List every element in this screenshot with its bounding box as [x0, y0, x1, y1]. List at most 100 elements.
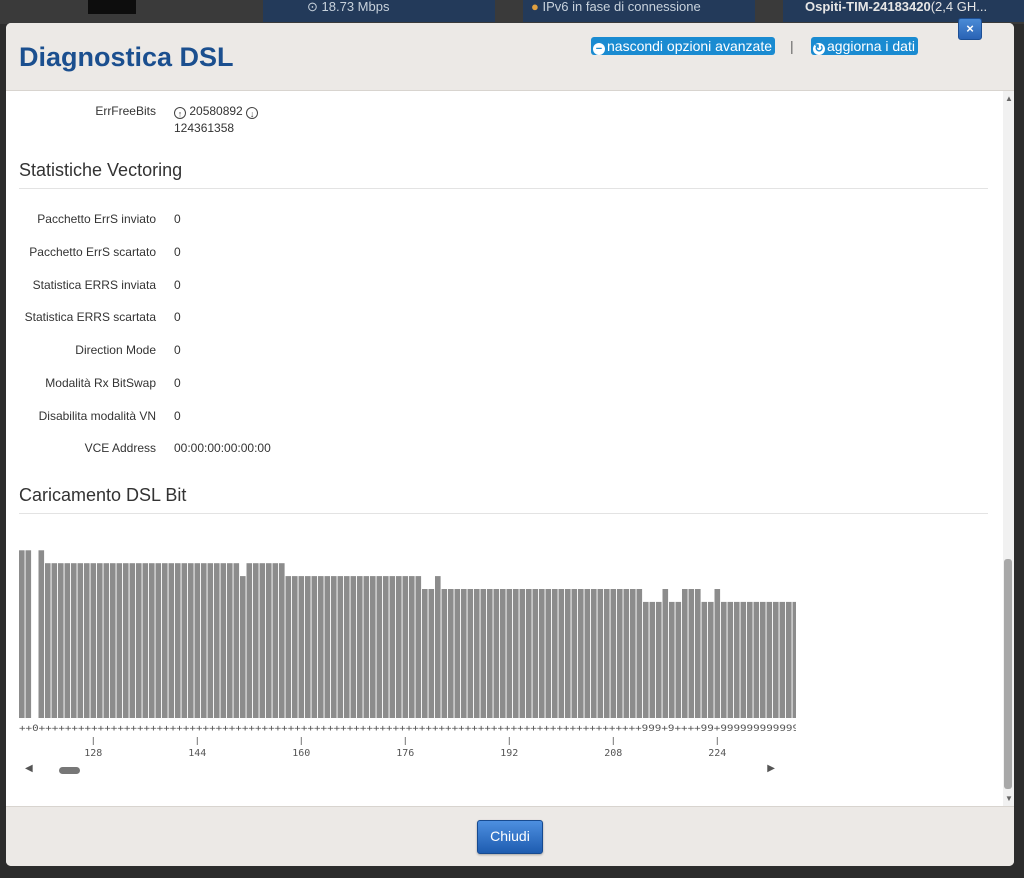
modal-header: Diagnostica DSL − nascondi opzioni avanza… — [6, 23, 1014, 91]
bit-bar — [350, 576, 357, 718]
bit-bar — [97, 563, 103, 718]
vectoring-row-label: Pacchetto ErrS scartato — [29, 245, 156, 259]
vectoring-row: Disabilita modalità VN 0 — [6, 409, 996, 429]
bit-bar — [357, 576, 363, 718]
bit-bar — [708, 601, 714, 718]
bit-bar — [415, 576, 422, 718]
vectoring-row: Pacchetto ErrS scartato 0 — [6, 245, 996, 265]
bit-bar — [279, 563, 285, 718]
bit-bar — [298, 576, 305, 718]
vectoring-row: Direction Mode 0 — [6, 343, 996, 363]
bit-bar — [64, 563, 71, 718]
refresh-data-button[interactable]: ↻ aggiorna i dati — [811, 37, 918, 55]
modal-vertical-scrollbar[interactable]: ▲ ▼ — [1003, 91, 1014, 806]
modal-close-icon[interactable]: × — [958, 18, 982, 40]
errfreebits-row-down: 124361358 — [6, 121, 996, 141]
bit-bar — [253, 563, 259, 718]
bit-bar — [25, 550, 32, 718]
bit-bar — [220, 563, 227, 718]
bit-bar — [422, 589, 428, 718]
bit-bar — [786, 601, 792, 718]
bit-bar — [71, 563, 77, 718]
vertical-scroll-thumb[interactable] — [1004, 559, 1012, 789]
x-tick-label: 128 — [84, 748, 102, 759]
section-divider — [19, 513, 988, 514]
minus-circle-icon: − — [593, 43, 605, 55]
background-ssid-band: (2,4 GH... — [930, 0, 988, 14]
bit-bar — [337, 576, 344, 718]
bit-bar — [766, 601, 773, 718]
bit-bar — [558, 589, 565, 718]
bit-bar — [103, 563, 110, 718]
x-tick-label: 208 — [604, 748, 622, 759]
chart-scroll-thumb[interactable] — [59, 767, 80, 774]
scroll-right-arrow-icon[interactable]: ▶ — [767, 763, 775, 774]
chart-horizontal-scrollbar[interactable]: ◀ ▶ — [19, 763, 775, 777]
bit-bar — [727, 601, 734, 718]
x-tick-label: 224 — [708, 748, 726, 759]
bit-bar — [77, 563, 84, 718]
refresh-data-label: aggiorna i dati — [827, 38, 915, 54]
hide-advanced-options-label: nascondi opzioni avanzate — [607, 38, 773, 54]
bit-bar — [779, 601, 786, 718]
bit-bar — [539, 589, 545, 718]
vectoring-row: Statistica ERRS scartata 0 — [6, 310, 996, 330]
dsl-diagnostics-modal: Diagnostica DSL − nascondi opzioni avanza… — [6, 23, 1014, 866]
bit-bar — [155, 563, 162, 718]
bit-bar — [474, 589, 480, 718]
vectoring-row-value: 0 — [174, 310, 181, 324]
vectoring-row-label: Modalità Rx BitSwap — [45, 376, 156, 390]
bit-bar — [701, 601, 708, 718]
bitloading-section-title: Caricamento DSL Bit — [19, 485, 187, 505]
bit-bar — [389, 576, 396, 718]
hide-advanced-options-button[interactable]: − nascondi opzioni avanzate — [591, 37, 776, 55]
bit-bar — [363, 576, 370, 718]
bit-bar — [532, 589, 539, 718]
bit-bar — [311, 576, 318, 718]
vectoring-row: Modalità Rx BitSwap 0 — [6, 376, 996, 396]
bit-bar — [578, 589, 584, 718]
bit-bar — [565, 589, 571, 718]
bit-bar — [272, 563, 279, 718]
bit-bar — [331, 576, 337, 718]
vectoring-row: VCE Address 00:00:00:00:00:00 — [6, 441, 996, 461]
bit-bar — [591, 589, 597, 718]
scroll-left-arrow-icon[interactable]: ◀ — [25, 763, 33, 774]
bit-bar — [617, 589, 623, 718]
bit-bar — [662, 589, 669, 718]
bit-bar — [149, 563, 155, 718]
vectoring-row-value: 0 — [174, 245, 181, 259]
bit-bar — [506, 589, 513, 718]
bit-bar — [259, 563, 266, 718]
close-modal-button[interactable]: Chiudi — [477, 820, 543, 854]
bit-bar — [695, 589, 701, 718]
bit-bar — [207, 563, 214, 718]
bit-bar — [305, 576, 311, 718]
scroll-down-arrow-icon[interactable]: ▼ — [1005, 794, 1013, 803]
vectoring-row-label: Disabilita modalità VN — [38, 409, 156, 423]
bit-bar — [656, 601, 662, 718]
bit-markers: ++0+++++++++++++++++++++++++++++++++++++… — [19, 723, 796, 734]
bit-bar — [734, 601, 740, 718]
bit-bar — [58, 563, 64, 718]
vectoring-row-value: 0 — [174, 409, 181, 423]
scroll-up-arrow-icon[interactable]: ▲ — [1005, 94, 1013, 103]
background-ipv6-status: IPv6 in fase di connessione — [542, 0, 701, 14]
bit-bar — [461, 589, 467, 718]
modal-body[interactable]: ErrFreeBits ↑ 20580892 ↓ 124361358 Stati… — [6, 91, 1003, 806]
vectoring-row-value: 0 — [174, 343, 181, 357]
vectoring-row-value: 0 — [174, 212, 181, 226]
bit-bar — [669, 601, 675, 718]
upload-arrow-icon: ↑ — [174, 107, 186, 119]
bit-bar — [409, 576, 415, 718]
bit-bar — [448, 589, 454, 718]
vectoring-row-label: Direction Mode — [75, 343, 156, 357]
bit-bar — [194, 563, 201, 718]
bit-bar — [45, 563, 51, 718]
bit-bar — [123, 563, 129, 718]
bit-bar — [675, 601, 682, 718]
background-speed: 18.73 Mbps — [321, 0, 390, 14]
bit-bar — [682, 589, 688, 718]
errfreebits-values: ↑ 20580892 ↓ — [174, 104, 259, 119]
bit-bar — [376, 576, 383, 718]
